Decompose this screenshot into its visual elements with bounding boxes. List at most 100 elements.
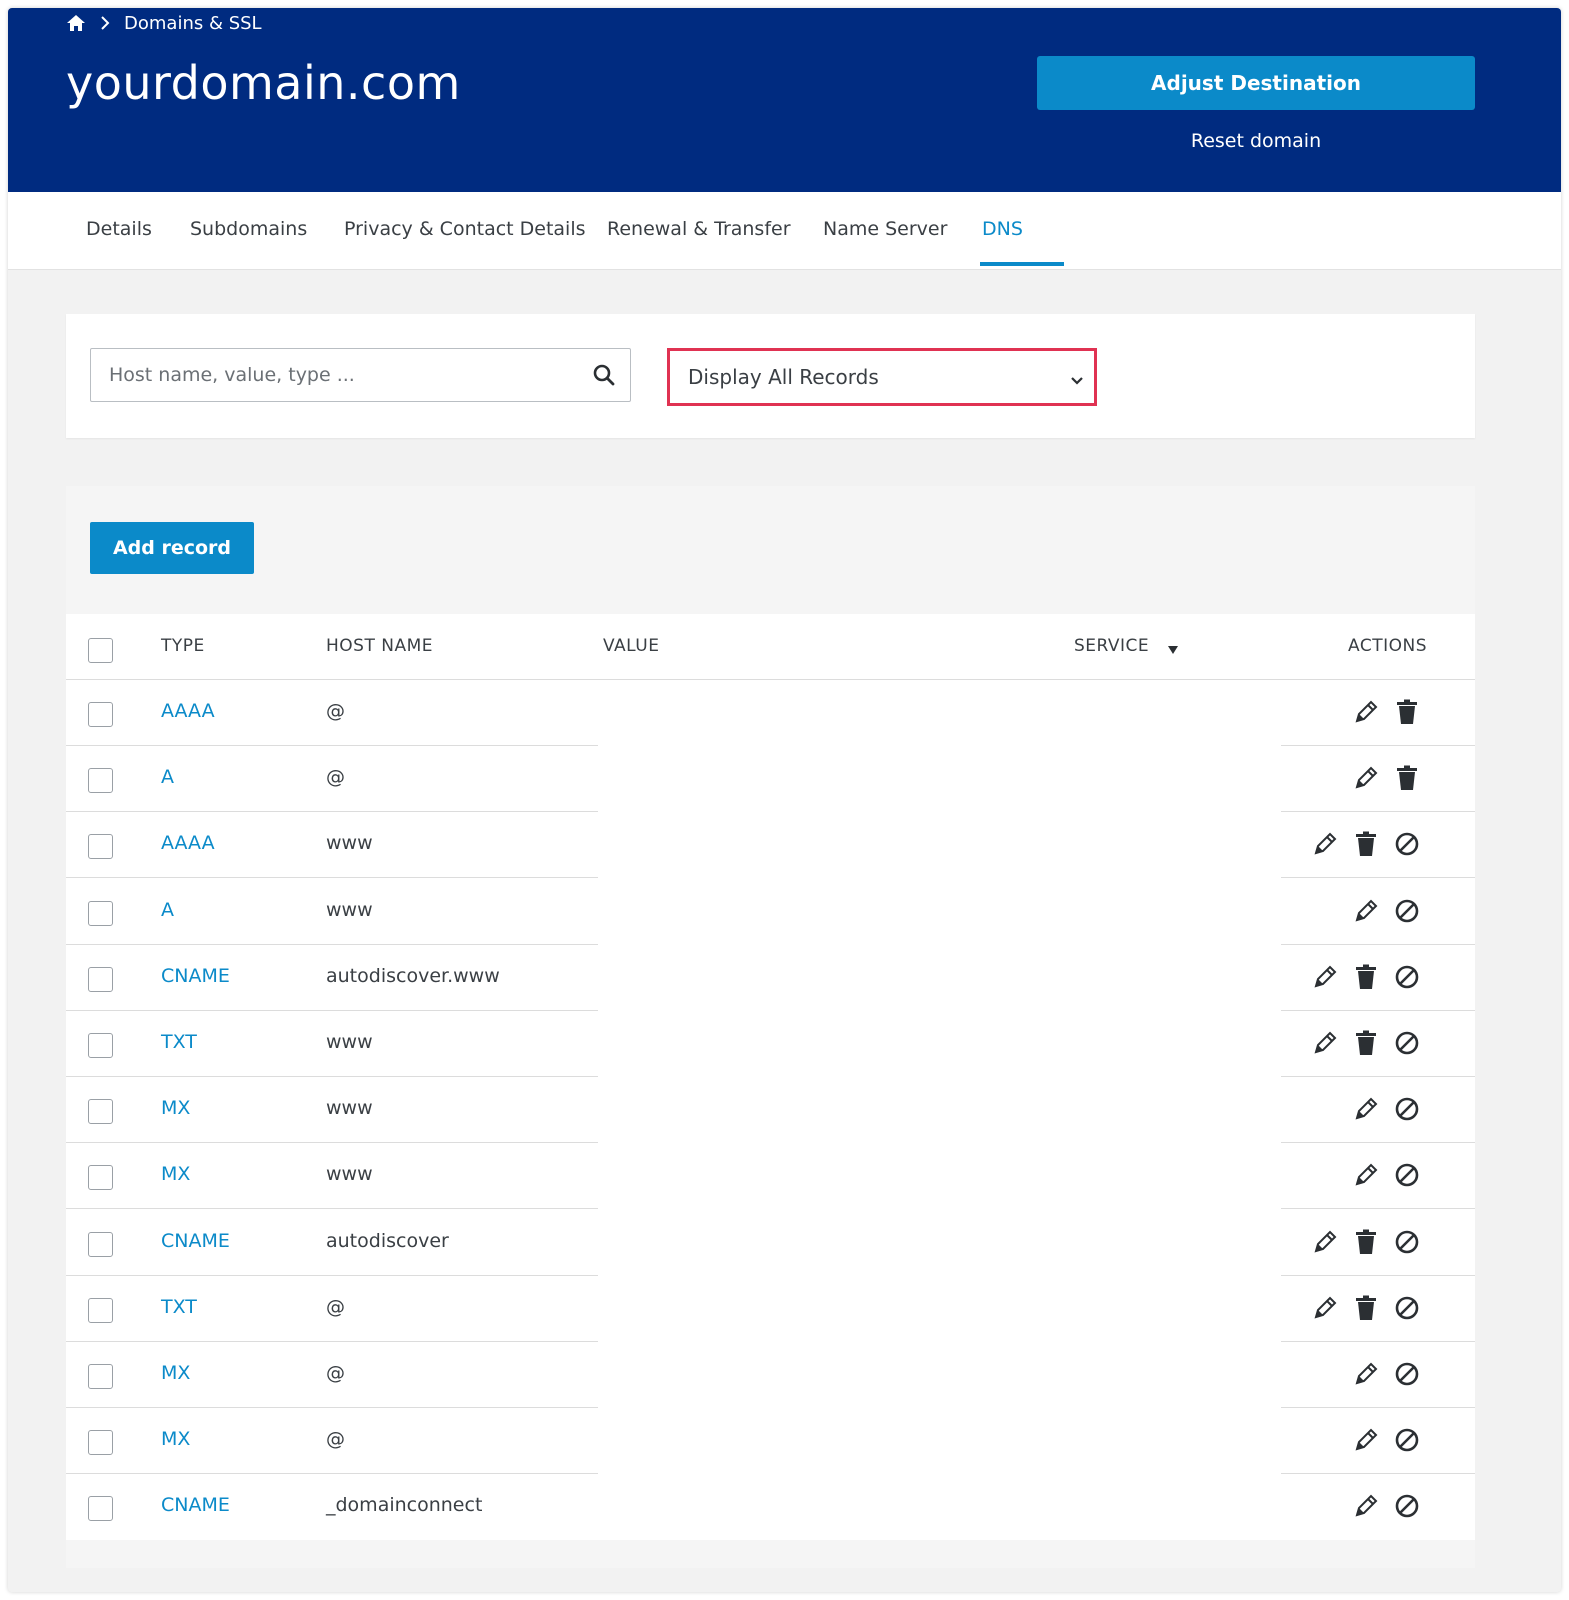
- trash-icon[interactable]: [1352, 1029, 1380, 1057]
- pencil-icon[interactable]: [1352, 897, 1380, 925]
- row-checkbox[interactable]: [88, 900, 113, 926]
- record-host-name: _domainconnect: [326, 1494, 483, 1517]
- column-value[interactable]: VALUE: [603, 636, 659, 656]
- table-row: Awww: [66, 879, 1475, 945]
- row-checkbox[interactable]: [88, 1033, 113, 1058]
- column-type[interactable]: TYPE: [161, 636, 205, 656]
- pencil-icon[interactable]: [1311, 963, 1339, 991]
- table-row: TXT @: [66, 1276, 1475, 1342]
- record-host-name: @: [326, 1428, 345, 1451]
- record-host-name: @: [326, 700, 345, 722]
- record-type-link[interactable]: CNAME: [161, 965, 230, 987]
- row-checkbox[interactable]: [88, 1099, 113, 1125]
- record-host-name: @: [326, 1295, 345, 1318]
- row-checkbox[interactable]: [88, 702, 113, 727]
- pencil-icon[interactable]: [1311, 1228, 1339, 1256]
- row-checkbox[interactable]: [88, 834, 113, 860]
- tab-renewal-transfer[interactable]: Renewal & Transfer: [607, 192, 791, 270]
- block-icon[interactable]: [1393, 1228, 1421, 1256]
- pencil-icon[interactable]: [1311, 1029, 1339, 1057]
- row-checkbox[interactable]: [88, 1297, 113, 1323]
- block-icon[interactable]: [1393, 897, 1421, 925]
- pencil-icon[interactable]: [1311, 1294, 1339, 1322]
- sort-down-icon[interactable]: [1167, 640, 1179, 659]
- block-icon[interactable]: [1393, 1360, 1421, 1388]
- search-box: [90, 348, 631, 402]
- add-record-button[interactable]: Add record: [90, 522, 254, 574]
- chevron-down-icon: [1070, 371, 1084, 390]
- record-type-link[interactable]: A: [161, 766, 174, 788]
- block-icon[interactable]: [1393, 1095, 1421, 1123]
- trash-icon[interactable]: [1352, 1294, 1380, 1322]
- table-row: MX @: [66, 1342, 1475, 1408]
- select-all-checkbox[interactable]: [88, 638, 113, 663]
- record-host-name: www: [326, 898, 373, 921]
- filter-panel: Display All Records: [66, 314, 1475, 438]
- table-row: AAAA @: [66, 680, 1475, 746]
- tab-dns[interactable]: DNS: [982, 192, 1023, 270]
- pencil-icon[interactable]: [1352, 1360, 1380, 1388]
- record-type-link[interactable]: MX: [161, 1163, 190, 1185]
- record-type-link[interactable]: MX: [161, 1097, 190, 1119]
- pencil-icon[interactable]: [1352, 1161, 1380, 1189]
- tab-subdomains[interactable]: Subdomains: [190, 192, 307, 270]
- pencil-icon[interactable]: [1352, 764, 1380, 792]
- row-checkbox[interactable]: [88, 1165, 113, 1191]
- block-icon[interactable]: [1393, 1426, 1421, 1454]
- record-host-name: @: [326, 766, 345, 789]
- pencil-icon[interactable]: [1352, 698, 1380, 726]
- record-type-link[interactable]: AAAA: [161, 700, 215, 722]
- trash-icon[interactable]: [1393, 698, 1421, 726]
- pencil-icon[interactable]: [1352, 1426, 1380, 1454]
- record-type-link[interactable]: A: [161, 899, 174, 921]
- domain-header: Domains & SSL yourdomain.com Adjust Dest…: [8, 8, 1561, 192]
- tab-name-server[interactable]: Name Server: [823, 192, 947, 270]
- record-host-name: www: [326, 1163, 373, 1186]
- tab-privacy-contact[interactable]: Privacy & Contact Details: [344, 192, 586, 270]
- record-type-link[interactable]: TXT: [161, 1296, 197, 1318]
- block-icon[interactable]: [1393, 1492, 1421, 1520]
- row-checkbox[interactable]: [88, 1496, 113, 1522]
- record-host-name: autodiscover.www: [326, 964, 500, 987]
- row-checkbox[interactable]: [88, 768, 113, 794]
- pencil-icon[interactable]: [1352, 1095, 1380, 1123]
- trash-icon[interactable]: [1352, 1228, 1380, 1256]
- breadcrumb-domains-ssl[interactable]: Domains & SSL: [124, 13, 262, 34]
- record-type-link[interactable]: AAAA: [161, 832, 215, 854]
- block-icon[interactable]: [1393, 963, 1421, 991]
- column-host-name[interactable]: HOST NAME: [326, 636, 433, 656]
- search-input[interactable]: [91, 349, 571, 401]
- chevron-right-icon: [100, 15, 110, 31]
- adjust-destination-button[interactable]: Adjust Destination: [1037, 56, 1475, 110]
- record-type-link[interactable]: MX: [161, 1362, 190, 1384]
- tab-details[interactable]: Details: [86, 192, 152, 270]
- search-icon[interactable]: [592, 363, 616, 391]
- table-row: A @: [66, 746, 1475, 813]
- row-checkbox[interactable]: [88, 1364, 113, 1389]
- pencil-icon[interactable]: [1311, 830, 1339, 858]
- record-type-link[interactable]: TXT: [161, 1031, 197, 1053]
- table-row: AAAA www: [66, 812, 1475, 879]
- block-icon[interactable]: [1393, 830, 1421, 858]
- record-filter-value: Display All Records: [688, 365, 879, 389]
- record-type-link[interactable]: CNAME: [161, 1494, 230, 1516]
- home-icon[interactable]: [66, 14, 86, 32]
- block-icon[interactable]: [1393, 1294, 1421, 1322]
- row-checkbox[interactable]: [88, 1231, 113, 1257]
- trash-icon[interactable]: [1352, 830, 1380, 858]
- domain-tabs: Details Subdomains Privacy & Contact Det…: [8, 192, 1561, 270]
- pencil-icon[interactable]: [1352, 1492, 1380, 1520]
- record-type-link[interactable]: CNAME: [161, 1230, 230, 1252]
- reset-domain-link[interactable]: Reset domain: [1037, 130, 1475, 152]
- table-header: TYPE HOST NAME VALUE SERVICE ACTIONS: [66, 614, 1475, 680]
- dns-records-table: TYPE HOST NAME VALUE SERVICE ACTIONS AAA…: [66, 614, 1475, 1540]
- column-service[interactable]: SERVICE: [1074, 636, 1149, 656]
- trash-icon[interactable]: [1352, 963, 1380, 991]
- block-icon[interactable]: [1393, 1029, 1421, 1057]
- row-checkbox[interactable]: [88, 966, 113, 992]
- trash-icon[interactable]: [1393, 764, 1421, 792]
- record-filter-select[interactable]: Display All Records: [667, 348, 1097, 406]
- row-checkbox[interactable]: [88, 1430, 113, 1456]
- record-type-link[interactable]: MX: [161, 1428, 190, 1450]
- block-icon[interactable]: [1393, 1161, 1421, 1189]
